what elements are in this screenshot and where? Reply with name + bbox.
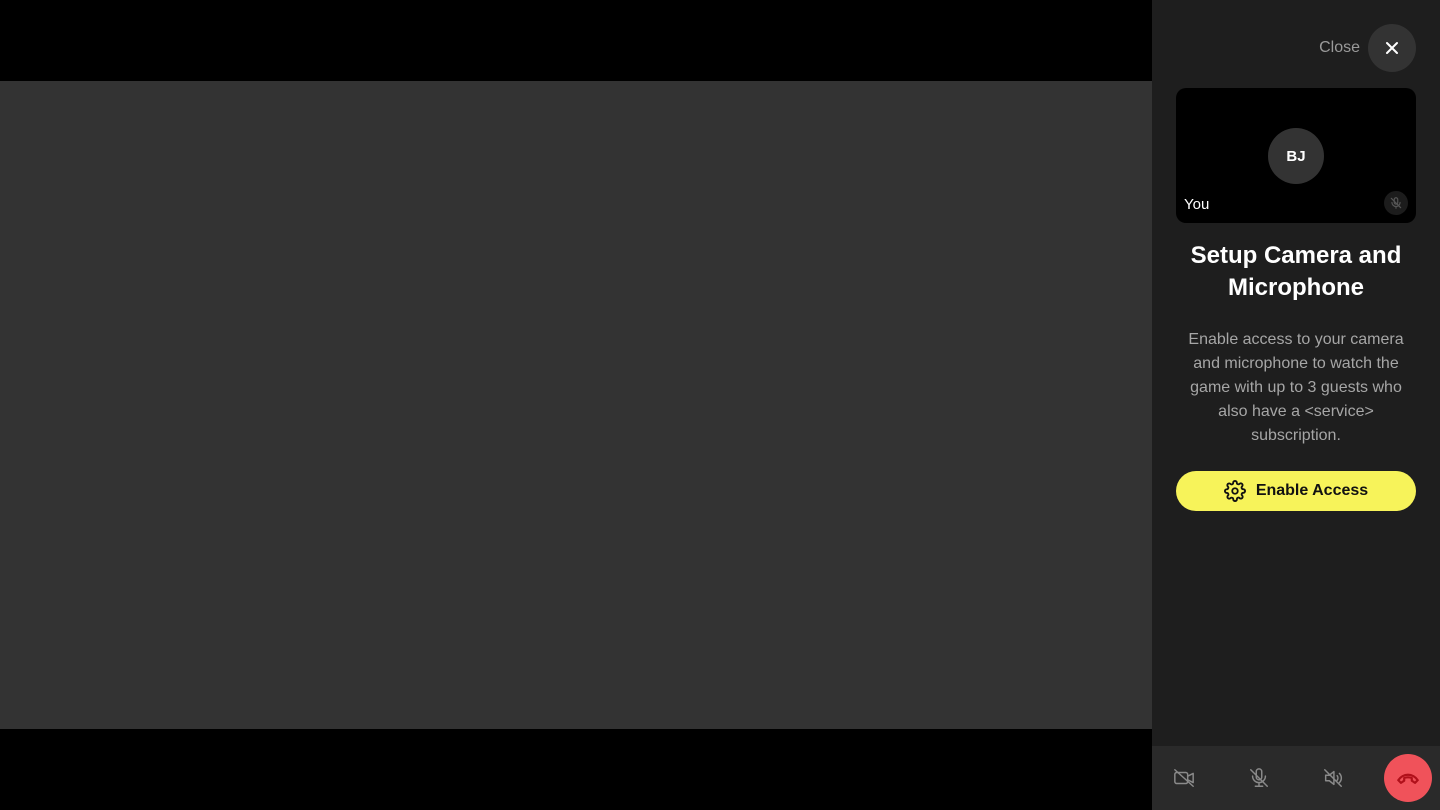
close-label[interactable]: Close [1319,39,1360,57]
self-label: You [1184,196,1210,213]
avatar: BJ [1268,128,1324,184]
hang-up-button[interactable] [1384,754,1432,802]
close-icon [1386,42,1398,54]
setup-title: Setup Camera and Microphone [1190,242,1402,301]
enable-access-button[interactable]: Enable Access [1176,471,1416,511]
camera-toggle-button[interactable] [1160,754,1208,802]
camera-off-icon [1174,769,1194,787]
gear-icon [1223,480,1246,502]
speaker-off-icon [1324,769,1342,787]
close-button[interactable] [1368,24,1416,72]
hang-up-icon [1397,773,1419,784]
call-controls [1152,746,1440,810]
speaker-toggle-button[interactable] [1309,754,1357,802]
setup-description: Enable access to your camera and microph… [1188,331,1404,444]
mic-off-icon [1250,768,1268,787]
preview-mic-off-icon [1384,191,1408,215]
self-preview: BJ You [1176,88,1416,223]
main-stage [0,0,1152,810]
close-row: Close [1319,24,1416,72]
mic-toggle-button[interactable] [1235,754,1283,802]
enable-access-label: Enable Access [1255,482,1369,499]
setup-panel: Close BJ You Setup Camera and Microphone… [1152,0,1440,810]
video-area [0,81,1152,729]
